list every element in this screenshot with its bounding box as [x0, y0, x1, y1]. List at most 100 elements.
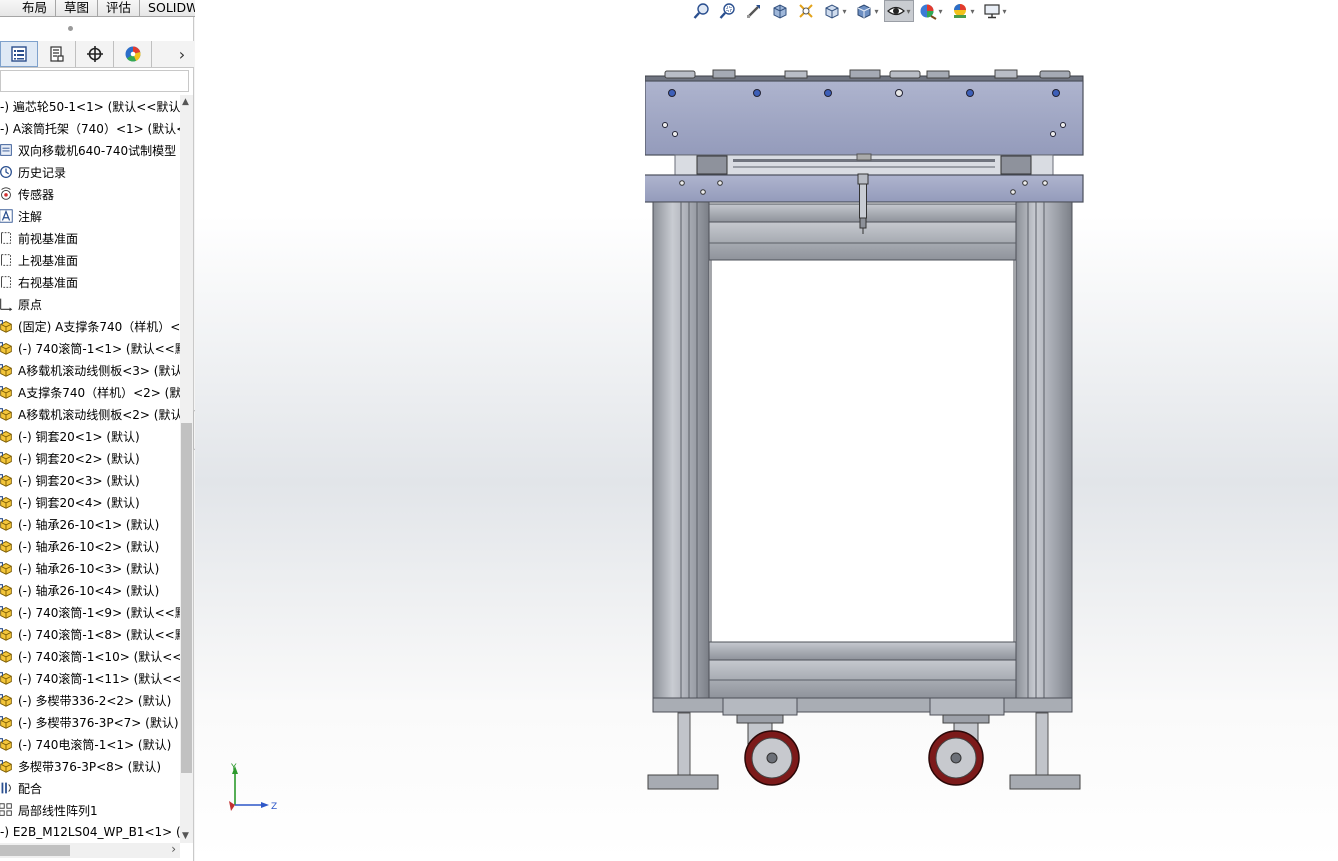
- tree-item[interactable]: 多楔带376-3P<8> (默认): [0, 755, 180, 777]
- caster-wheel: [736, 714, 800, 786]
- tree-item[interactable]: (-) 轴承26-10<3> (默认): [0, 557, 180, 579]
- tree-item[interactable]: (-) 740滚筒-1<10> (默认<<默: [0, 645, 180, 667]
- lift-mechanism: [674, 153, 1054, 176]
- tree-item[interactable]: 历史记录: [0, 161, 180, 183]
- tree-item[interactable]: 配合: [0, 777, 180, 799]
- lower-cross-beam: [708, 641, 1017, 661]
- scroll-right-icon[interactable]: ›: [171, 842, 176, 856]
- tree-item[interactable]: A移载机滚动线侧板<2> (默认: [0, 403, 180, 425]
- chevron-down-icon[interactable]: ▾: [1002, 7, 1006, 16]
- zoom-to-area-icon[interactable]: [716, 0, 740, 22]
- tree-item[interactable]: (-) 740滚筒-1<1> (默认<<默: [0, 337, 180, 359]
- tree-item-label: (-) 铜套20<2> (默认): [18, 451, 140, 466]
- hide-show-items-icon[interactable]: ▾: [884, 0, 914, 22]
- tree-item[interactable]: -) E2B_M12LS04_WP_B1<1> (D: [0, 821, 180, 843]
- tree-item[interactable]: (-) 铜套20<1> (默认): [0, 425, 180, 447]
- previous-view-icon[interactable]: [742, 0, 766, 22]
- chevron-down-icon[interactable]: ▾: [906, 7, 910, 16]
- zoom-to-fit-icon[interactable]: [690, 0, 714, 22]
- tree-item[interactable]: 注解: [0, 205, 180, 227]
- scrollbar-thumb[interactable]: [181, 423, 192, 773]
- tree-item[interactable]: (固定) A支撑条740（样机）<: [0, 315, 180, 337]
- feature-tree: -) 遍芯轮50-1<1> (默认<<默认> -) A滚筒托架（740）<1> (…: [0, 95, 180, 843]
- part-icon: [0, 449, 15, 467]
- tree-item-label: 配合: [18, 781, 43, 796]
- annotation-icon: [0, 207, 15, 225]
- tree-item-label: -) 遍芯轮50-1<1> (默认<<默认>: [0, 99, 180, 114]
- origin-icon: [0, 295, 15, 313]
- feature-manager-tab[interactable]: [0, 41, 38, 67]
- chevron-down-icon[interactable]: ▾: [874, 7, 878, 16]
- part-icon: [0, 735, 15, 753]
- tree-item[interactable]: (-) 铜套20<2> (默认): [0, 447, 180, 469]
- tree-item[interactable]: (-) 740电滚筒-1<1> (默认): [0, 733, 180, 755]
- chevron-down-icon[interactable]: ▾: [938, 7, 942, 16]
- tree-item[interactable]: (-) 740滚筒-1<9> (默认<<默: [0, 601, 180, 623]
- part-icon: [0, 405, 15, 423]
- chevron-right-icon[interactable]: ›: [170, 41, 194, 67]
- assembly-model-view[interactable]: [645, 68, 1095, 798]
- section-view-icon[interactable]: [768, 0, 792, 22]
- property-manager-tab[interactable]: [38, 41, 76, 67]
- tree-item[interactable]: (-) 铜套20<4> (默认): [0, 491, 180, 513]
- tree-item[interactable]: (-) 多楔带336-2<2> (默认): [0, 689, 180, 711]
- tree-item[interactable]: 双向移载机640-740试制模型: [0, 139, 180, 161]
- part-icon: [0, 757, 15, 775]
- tree-horizontal-scrollbar[interactable]: ›: [0, 842, 180, 858]
- tree-item[interactable]: (-) 740滚筒-1<11> (默认<<默: [0, 667, 180, 689]
- plane-icon: [0, 273, 15, 291]
- plane-icon: [0, 251, 15, 269]
- display-manager-tab[interactable]: [114, 41, 152, 67]
- tree-item-label: (-) 轴承26-10<4> (默认): [18, 583, 160, 598]
- leveling-foot: [1009, 712, 1081, 790]
- tree-item[interactable]: (-) 轴承26-10<1> (默认): [0, 513, 180, 535]
- tree-item[interactable]: (-) 740滚筒-1<8> (默认<<默: [0, 623, 180, 645]
- tree-item-label: (-) 铜套20<3> (默认): [18, 473, 140, 488]
- chevron-down-icon[interactable]: ▾: [842, 7, 846, 16]
- graphics-area[interactable]: ▾ ▾ ▾ ▾ ▾ ▾ Y Z: [195, 0, 1338, 861]
- view-settings-icon[interactable]: ▾: [980, 0, 1010, 22]
- part-icon: [0, 471, 15, 489]
- command-tab[interactable]: 评估: [98, 0, 141, 17]
- assembly-icon: [0, 141, 15, 159]
- tree-filter-input[interactable]: [0, 70, 189, 92]
- scroll-down-icon[interactable]: ▼: [182, 831, 189, 841]
- tree-item[interactable]: 前视基准面: [0, 227, 180, 249]
- dynamic-annotation-icon[interactable]: [794, 0, 818, 22]
- scrollbar-thumb[interactable]: [0, 845, 70, 856]
- part-icon: [0, 713, 15, 731]
- tree-vertical-scrollbar[interactable]: ▲ ▼: [180, 95, 193, 843]
- part-icon: [0, 537, 15, 555]
- tree-item-label: 原点: [18, 297, 43, 312]
- tree-item[interactable]: 上视基准面: [0, 249, 180, 271]
- appearance-pie-icon: [125, 46, 140, 62]
- tree-item[interactable]: 局部线性阵列1: [0, 799, 180, 821]
- command-tab[interactable]: 布局: [0, 0, 57, 17]
- tree-item[interactable]: (-) 多楔带376-3P<7> (默认): [0, 711, 180, 733]
- part-icon: [0, 515, 15, 533]
- roller-row: [645, 69, 1084, 83]
- command-tab[interactable]: 草图: [56, 0, 99, 17]
- view-orientation-icon[interactable]: ▾: [820, 0, 850, 22]
- display-style-icon[interactable]: ▾: [852, 0, 882, 22]
- apply-scene-icon[interactable]: ▾: [948, 0, 978, 22]
- part-icon: [0, 361, 15, 379]
- tree-item[interactable]: 传感器: [0, 183, 180, 205]
- tree-item[interactable]: (-) 铜套20<3> (默认): [0, 469, 180, 491]
- tree-item[interactable]: A支撑条740（样机）<2> (默: [0, 381, 180, 403]
- tree-item[interactable]: -) 遍芯轮50-1<1> (默认<<默认>: [0, 95, 180, 117]
- scroll-up-icon[interactable]: ▲: [182, 97, 189, 107]
- tree-item[interactable]: -) A滚筒托架（740）<1> (默认<: [0, 117, 180, 139]
- tree-item[interactable]: 原点: [0, 293, 180, 315]
- tree-item[interactable]: 右视基准面: [0, 271, 180, 293]
- tree-item[interactable]: A移载机滚动线侧板<3> (默认: [0, 359, 180, 381]
- tree-item-label: (-) 740滚筒-1<10> (默认<<默: [18, 649, 180, 664]
- chevron-down-icon[interactable]: ▾: [970, 7, 974, 16]
- edit-appearance-icon[interactable]: ▾: [916, 0, 946, 22]
- tree-item-label: A移载机滚动线侧板<2> (默认: [18, 407, 180, 422]
- panel-grip[interactable]: [68, 26, 73, 31]
- part-icon: [0, 493, 15, 511]
- tree-item[interactable]: (-) 轴承26-10<4> (默认): [0, 579, 180, 601]
- tree-item[interactable]: (-) 轴承26-10<2> (默认): [0, 535, 180, 557]
- configuration-manager-tab[interactable]: [76, 41, 114, 67]
